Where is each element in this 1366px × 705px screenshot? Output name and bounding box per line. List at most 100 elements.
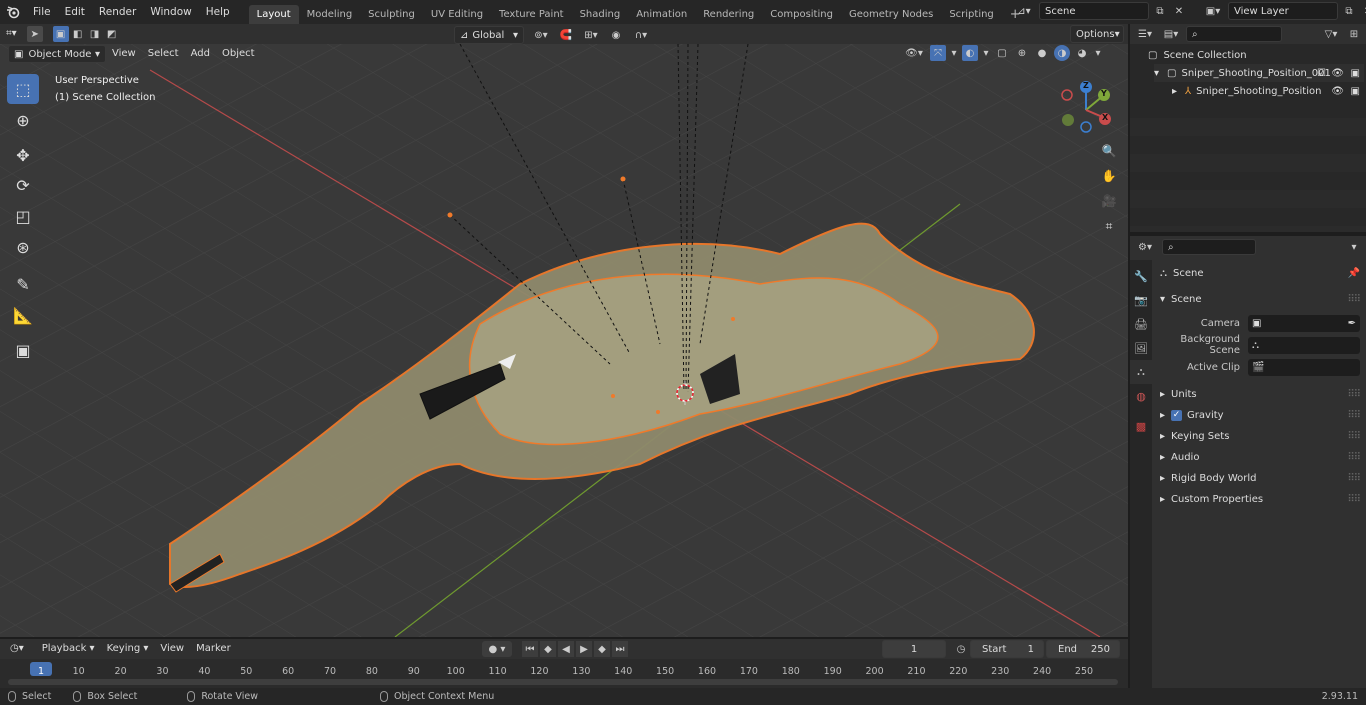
overlay-dropdown-icon[interactable]: ▾ bbox=[982, 45, 990, 61]
editor-type-icon[interactable]: ⌗▾ bbox=[0, 25, 23, 43]
outliner-display-mode-icon[interactable]: ▤▾ bbox=[1160, 26, 1182, 42]
properties-editor-type-icon[interactable]: ⚙▾ bbox=[1134, 239, 1156, 255]
cursor-tool[interactable]: ⊕ bbox=[7, 105, 39, 135]
3d-viewport[interactable]: User Perspective (1) Scene Collection ⬚ … bbox=[0, 44, 1128, 637]
expand-arrow-icon[interactable]: ▾ bbox=[1154, 68, 1159, 79]
measure-tool[interactable]: 📐 bbox=[7, 300, 39, 330]
tab-modeling[interactable]: Modeling bbox=[299, 5, 361, 24]
blender-logo-icon[interactable] bbox=[0, 0, 26, 24]
preview-range-icon[interactable]: ◷ bbox=[953, 641, 969, 657]
options-dropdown[interactable]: Options ▾ bbox=[1070, 25, 1124, 43]
shading-wireframe-icon[interactable]: ⊕ bbox=[1014, 45, 1030, 61]
tab-layout[interactable]: Layout bbox=[248, 5, 299, 24]
add-cube-tool[interactable]: ▣ bbox=[7, 335, 39, 365]
menu-edit[interactable]: Edit bbox=[58, 0, 92, 24]
start-frame-field[interactable]: Start 1 bbox=[970, 640, 1044, 658]
zoom-icon[interactable]: 🔍 bbox=[1098, 140, 1120, 162]
filter-icon[interactable]: ▽▾ bbox=[1320, 26, 1342, 42]
render-tab-icon[interactable]: 📷 bbox=[1130, 288, 1152, 312]
panel-gravity[interactable]: ▸ ✓ Gravity ⠿⠿ bbox=[1160, 405, 1361, 425]
navigation-gizmo[interactable]: Z Y X bbox=[1056, 80, 1116, 140]
outliner-item-object[interactable]: ▸ ⅄ Sniper_Shooting_Position 👁 ▣ bbox=[1172, 82, 1364, 100]
outliner-scene-collection[interactable]: ▢ Scene Collection bbox=[1148, 46, 1247, 64]
pan-hand-icon[interactable]: ✋ bbox=[1098, 165, 1120, 187]
panel-custom-properties[interactable]: ▸ Custom Properties ⠿⠿ bbox=[1160, 489, 1361, 509]
outliner-editor-type-icon[interactable]: ☰▾ bbox=[1134, 26, 1156, 42]
proportional-edit-icon[interactable]: ◉ bbox=[608, 27, 624, 43]
timeline-editor-type-icon[interactable]: ◷▾ bbox=[4, 640, 30, 658]
auto-keying-icon[interactable]: ● ▾ bbox=[482, 641, 512, 657]
timeline-scrollbar[interactable] bbox=[8, 679, 1118, 685]
camera-field[interactable]: ▣ ✒ bbox=[1248, 314, 1360, 332]
world-tab-icon[interactable]: ◍ bbox=[1130, 384, 1152, 408]
snap-icon[interactable]: 🧲 bbox=[558, 27, 574, 43]
scene-tab-icon[interactable]: ⛬ bbox=[1130, 360, 1152, 384]
empty-point[interactable] bbox=[447, 212, 453, 218]
include-checkbox-icon[interactable]: ☑ bbox=[1317, 68, 1326, 79]
viewport-menu-object[interactable]: Object bbox=[216, 45, 261, 63]
scene-type-icon[interactable]: ⊿▾ bbox=[1012, 3, 1036, 19]
perspective-grid-icon[interactable]: ⌗ bbox=[1098, 215, 1120, 237]
timeline-menu-playback[interactable]: Playback ▾ bbox=[36, 640, 101, 658]
object-mode-dropdown[interactable]: ▣ Object Mode ▾ bbox=[8, 45, 106, 63]
expand-arrow-icon[interactable]: ▸ bbox=[1172, 86, 1177, 97]
shading-solid-icon[interactable]: ● bbox=[1034, 45, 1050, 61]
texture-tab-icon[interactable]: ▩ bbox=[1130, 414, 1152, 438]
empty-point[interactable] bbox=[620, 176, 626, 182]
select-mode-invert-icon[interactable]: ◩ bbox=[104, 26, 120, 42]
menu-window[interactable]: Window bbox=[143, 0, 198, 24]
tab-geometry-nodes[interactable]: Geometry Nodes bbox=[841, 5, 941, 24]
select-tool-icon[interactable]: ➤ bbox=[26, 26, 43, 42]
tab-scripting[interactable]: Scripting bbox=[941, 5, 1001, 24]
end-frame-field[interactable]: End 250 bbox=[1046, 640, 1120, 658]
view-layer-tab-icon[interactable]: 🖼 bbox=[1130, 336, 1152, 360]
shading-dropdown-icon[interactable]: ▾ bbox=[1094, 45, 1102, 61]
background-scene-field[interactable]: ⛬ bbox=[1248, 336, 1360, 354]
xray-toggle-icon[interactable]: ▢ bbox=[994, 45, 1010, 61]
move-tool[interactable]: ✥ bbox=[7, 140, 39, 170]
panel-rigid-body-world[interactable]: ▸ Rigid Body World ⠿⠿ bbox=[1160, 468, 1361, 488]
select-box-tool[interactable]: ⬚ bbox=[7, 74, 39, 104]
new-scene-icon[interactable]: ⧉ bbox=[1152, 3, 1168, 19]
outliner-search-input[interactable]: ⌕ bbox=[1186, 26, 1282, 42]
transform-tool[interactable]: ⊛ bbox=[7, 232, 39, 262]
camera-view-icon[interactable]: 🎥 bbox=[1098, 190, 1120, 212]
eyedropper-icon[interactable]: ✒ bbox=[1348, 318, 1356, 329]
scene-selector[interactable]: Scene bbox=[1039, 2, 1149, 20]
viewport-menu-add[interactable]: Add bbox=[185, 45, 216, 63]
menu-render[interactable]: Render bbox=[92, 0, 143, 24]
rotate-tool[interactable]: ⟳ bbox=[7, 170, 39, 200]
jump-keyframe-forward-icon[interactable]: ◆ bbox=[594, 641, 610, 657]
annotate-tool[interactable]: ✎ bbox=[7, 269, 39, 299]
overlay-toggle-icon[interactable]: ◐ bbox=[962, 45, 978, 61]
view-layer-selector[interactable]: View Layer bbox=[1228, 2, 1338, 20]
panel-units[interactable]: ▸ Units ⠿⠿ bbox=[1160, 384, 1361, 404]
panel-keying-sets[interactable]: ▸ Keying Sets ⠿⠿ bbox=[1160, 426, 1361, 446]
scale-tool[interactable]: ◰ bbox=[7, 201, 39, 231]
panel-audio[interactable]: ▸ Audio ⠿⠿ bbox=[1160, 447, 1361, 467]
gravity-checkbox[interactable]: ✓ bbox=[1171, 409, 1183, 421]
tab-animation[interactable]: Animation bbox=[628, 5, 695, 24]
tab-texture-paint[interactable]: Texture Paint bbox=[491, 5, 572, 24]
pin-icon[interactable]: 📌 bbox=[1348, 268, 1360, 279]
menu-file[interactable]: File bbox=[26, 0, 58, 24]
timeline-menu-marker[interactable]: Marker bbox=[190, 640, 237, 658]
visibility-icon[interactable]: 👁▾ bbox=[902, 45, 926, 61]
tab-sculpting[interactable]: Sculpting bbox=[360, 5, 423, 24]
eye-icon[interactable]: 👁 bbox=[1331, 68, 1344, 79]
snap-target-icon[interactable]: ⊞▾ bbox=[580, 27, 602, 43]
properties-search-input[interactable]: ⌕ bbox=[1162, 239, 1256, 255]
tab-uv-editing[interactable]: UV Editing bbox=[423, 5, 491, 24]
jump-end-icon[interactable]: ⏭ bbox=[612, 641, 628, 657]
viewport-menu-select[interactable]: Select bbox=[142, 45, 185, 63]
jump-keyframe-back-icon[interactable]: ◆ bbox=[540, 641, 556, 657]
select-mode-subtract-icon[interactable]: ◨ bbox=[87, 26, 103, 42]
tool-tab-icon[interactable]: 🔧 bbox=[1130, 264, 1152, 288]
gizmo-dropdown-icon[interactable]: ▾ bbox=[950, 45, 958, 61]
tab-compositing[interactable]: Compositing bbox=[762, 5, 841, 24]
render-camera-icon[interactable]: ▣ bbox=[1351, 68, 1360, 79]
new-collection-icon[interactable]: ⊞ bbox=[1346, 26, 1362, 42]
gizmo-toggle-icon[interactable]: ⤧ bbox=[930, 45, 946, 61]
timeline-menu-view[interactable]: View bbox=[154, 640, 190, 658]
timeline-menu-keying[interactable]: Keying ▾ bbox=[101, 640, 155, 658]
